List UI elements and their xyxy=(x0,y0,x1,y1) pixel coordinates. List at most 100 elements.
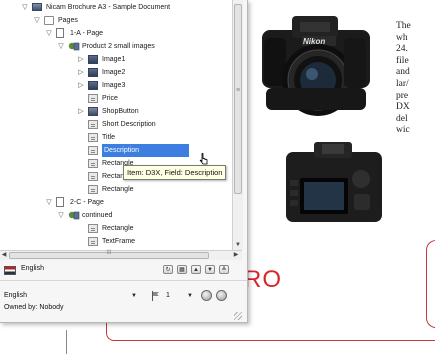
expand-triangle-icon[interactable]: ▽ xyxy=(32,14,42,27)
bottom-controls: English ▼ 1 ▼ xyxy=(0,290,247,304)
field-icon xyxy=(88,133,98,142)
tree-item-label: ShopButton xyxy=(102,108,139,115)
scroll-right-arrow-icon[interactable]: ▶ xyxy=(232,251,240,260)
expand-triangle-icon[interactable]: ▽ xyxy=(44,27,54,40)
tree-item-label: Pages xyxy=(58,17,78,24)
folder-icon xyxy=(44,16,54,25)
tree-item[interactable]: ▷ ShopButton xyxy=(0,105,232,118)
item-tooltip: Item: D3X, Field: Description xyxy=(123,165,227,180)
collapsed-triangle-icon[interactable]: ▷ xyxy=(76,79,86,92)
tree-item-label: Image3 xyxy=(102,82,126,89)
tree-item[interactable]: Rectangle xyxy=(0,222,232,235)
structure-tree[interactable]: ▽ Nicam Brochure A3 - Sample Document ▽ Pag… xyxy=(0,0,232,250)
grid-icon[interactable]: ▦ xyxy=(177,265,187,274)
language-row: English ↻ ▦ ▲ ▼ ≚ xyxy=(0,260,247,281)
structure-panel: ▽ Nicam Brochure A3 - Sample Document ▽ Pag… xyxy=(0,0,248,323)
expand-triangle-icon[interactable]: ▽ xyxy=(20,1,30,14)
tree-item-label: Price xyxy=(102,95,118,102)
tree-item-label: continued xyxy=(82,212,113,219)
scroll-down-arrow-icon[interactable]: ▼ xyxy=(233,240,243,250)
document-icon xyxy=(32,3,42,11)
collapsed-triangle-icon[interactable]: ▷ xyxy=(76,53,86,66)
text-line: lar/ xyxy=(396,78,409,89)
tree-item[interactable]: Price xyxy=(0,92,232,105)
expand-triangle-icon[interactable]: ▽ xyxy=(56,209,66,222)
owner-label: Owned by: Nobody xyxy=(4,304,64,311)
expand-triangle-icon[interactable]: ▽ xyxy=(44,196,54,209)
tree-item[interactable]: ▽ continued xyxy=(0,209,232,222)
horizontal-scroll-thumb[interactable] xyxy=(9,250,209,259)
text-line: and xyxy=(396,67,410,78)
move-up-icon[interactable]: ▲ xyxy=(191,265,201,274)
tree-item[interactable]: ▽ Product 2 small images xyxy=(0,40,232,53)
document-body-text[interactable]: The wh 24. file and lar/ pre DX del wic xyxy=(396,21,435,137)
tree-item-label: Short Description xyxy=(102,121,156,128)
language-dropdown-arrow-icon[interactable]: ▼ xyxy=(131,290,137,302)
collapse-icon[interactable]: ≚ xyxy=(219,265,229,274)
tree-item[interactable]: Short Description xyxy=(0,118,232,131)
tree-item[interactable]: Title xyxy=(0,131,232,144)
tree-item[interactable]: ▽ 1-A - Page xyxy=(0,27,232,40)
tree-item-label: Description xyxy=(102,144,190,157)
text-line: file xyxy=(396,55,409,66)
tree-item-label: 1-A - Page xyxy=(70,30,104,37)
field-icon xyxy=(88,159,98,168)
scroll-left-arrow-icon[interactable]: ◀ xyxy=(0,251,8,260)
tree-item[interactable]: Description xyxy=(0,144,232,157)
text-line: wic xyxy=(396,125,410,136)
expand-triangle-icon[interactable]: ▽ xyxy=(56,40,66,53)
camera-back-image[interactable] xyxy=(278,138,388,233)
field-icon xyxy=(88,224,98,233)
tree-item[interactable]: ▷ Image3 xyxy=(0,79,232,92)
resize-grip-icon[interactable] xyxy=(234,312,242,320)
page-icon xyxy=(56,28,64,38)
refresh-icon[interactable]: ↻ xyxy=(163,265,173,274)
tree-horizontal-scrollbar[interactable]: ◀ ▶ xyxy=(0,250,242,260)
settings-button-icon[interactable] xyxy=(216,290,227,301)
tree-item-label: Rectangle xyxy=(102,186,134,193)
red-heading-text: RO xyxy=(244,266,282,293)
page-edge-line xyxy=(66,330,67,354)
tree-item[interactable]: ▽ Nicam Brochure A3 - Sample Document xyxy=(0,1,232,14)
field-icon xyxy=(88,94,98,103)
tree-item[interactable]: Rectangle xyxy=(0,183,232,196)
image-icon xyxy=(88,55,98,64)
collapsed-triangle-icon[interactable]: ▷ xyxy=(76,66,86,79)
text-line: pre xyxy=(396,90,409,101)
mouse-cursor-icon xyxy=(199,153,208,165)
move-down-icon[interactable]: ▼ xyxy=(205,265,215,274)
tree-vertical-scrollbar[interactable]: ▼ xyxy=(232,0,243,250)
language-select[interactable]: English xyxy=(4,290,136,302)
tree-item[interactable]: ▷ Image1 xyxy=(0,53,232,66)
field-icon xyxy=(88,172,98,181)
field-icon xyxy=(88,120,98,129)
flag-icon xyxy=(4,266,16,275)
tree-item[interactable]: ▽ 2-C - Page xyxy=(0,196,232,209)
sync-button-icon[interactable] xyxy=(201,290,212,301)
flag-marker-icon[interactable] xyxy=(151,291,160,301)
vertical-scroll-thumb[interactable] xyxy=(234,4,242,194)
text-line: wh xyxy=(396,32,408,43)
field-icon xyxy=(88,237,98,246)
tree-item[interactable]: ▽ Pages xyxy=(0,14,232,27)
tree-item-label: Nicam Brochure A3 - Sample Document xyxy=(46,4,171,11)
shop-button-icon xyxy=(88,107,98,116)
red-rounded-frame[interactable] xyxy=(426,240,435,328)
text-line: 24. xyxy=(396,44,408,55)
tree-item-label: 2-C - Page xyxy=(70,199,104,206)
tree-item-label: Product 2 small images xyxy=(82,43,155,50)
page-dropdown-arrow-icon[interactable]: ▼ xyxy=(187,290,193,302)
text-line: del xyxy=(396,113,408,124)
tree-item[interactable]: ▷ Image2 xyxy=(0,66,232,79)
tree-item[interactable]: TextFrame xyxy=(0,235,232,248)
tree-item-label: TextFrame xyxy=(102,238,136,245)
image-icon xyxy=(88,81,98,90)
tree-item-label: Image1 xyxy=(102,56,126,63)
language-label: English xyxy=(21,265,44,272)
tree-item-label: Image2 xyxy=(102,69,126,76)
field-icon xyxy=(88,146,98,155)
tree-item-label: Title xyxy=(102,134,115,141)
group-icon xyxy=(68,41,80,51)
collapsed-triangle-icon[interactable]: ▷ xyxy=(76,105,86,118)
camera-front-image[interactable]: Nikon xyxy=(246,8,386,128)
